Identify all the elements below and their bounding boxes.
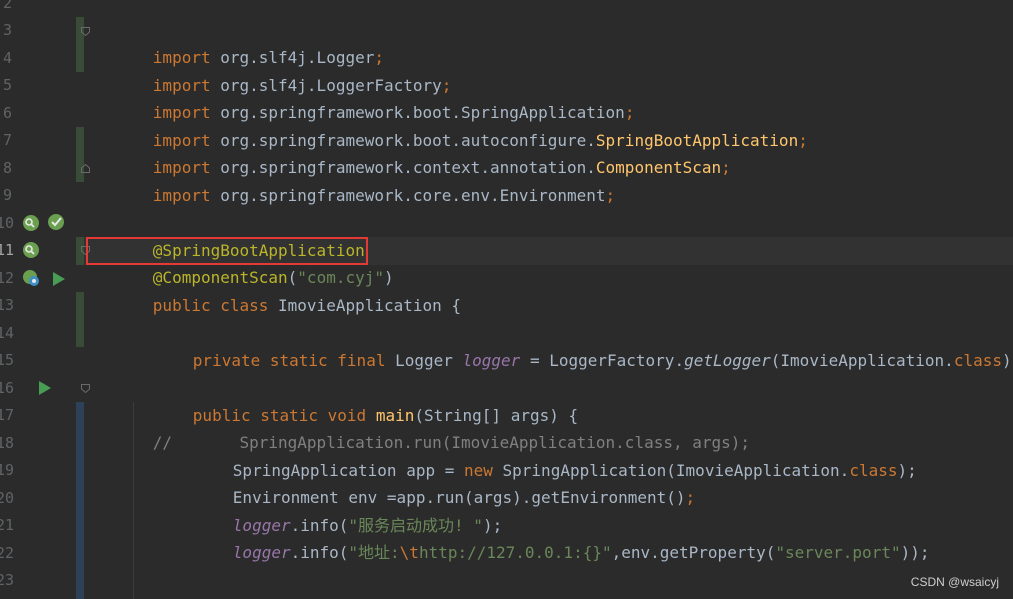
line-number: 15 <box>0 351 14 369</box>
code-text: (ImovieApplication. <box>770 351 954 370</box>
line-number: 22 <box>0 544 14 562</box>
line-number: 14 <box>0 324 14 342</box>
keyword: private static final <box>192 351 386 370</box>
code-line-19: Environment env =app.run(args).getEnviro… <box>175 457 695 507</box>
code-line-16: public static void main(String[] args) { <box>135 375 578 425</box>
line-number: 7 <box>2 131 12 149</box>
string-literal: "地址: <box>348 543 400 562</box>
line-number: 19 <box>0 461 14 479</box>
semicolon: ; <box>605 186 616 205</box>
spring-app-icon[interactable] <box>22 269 40 287</box>
fold-marker-icon[interactable] <box>81 384 90 393</box>
line-number: 18 <box>0 434 14 452</box>
code-line-18: SpringApplication app = new SpringApplic… <box>175 430 917 480</box>
line-number: 8 <box>2 159 12 177</box>
code-line-3: import org.slf4j.Logger; <box>95 17 384 67</box>
code-line-10: @SpringBootApplication <box>95 210 365 260</box>
line-number-gutter[interactable]: 2 3 4 5 6 7 8 9 10 11 12 13 14 15 16 17 … <box>0 0 14 599</box>
code-line-6: import org.springframework.boot.autoconf… <box>95 100 808 150</box>
keyword: public class <box>152 296 269 315</box>
code-line-4: import org.slf4j.LoggerFactory; <box>95 45 452 95</box>
code-text: ); <box>897 461 917 480</box>
fold-marker-icon[interactable] <box>81 164 90 173</box>
code-text: .info( <box>290 543 349 562</box>
vcs-change-marker[interactable] <box>76 292 84 347</box>
code-line-17: // SpringApplication.run(ImovieApplicati… <box>95 402 750 452</box>
line-number: 23 <box>0 571 14 589</box>
code-text: = LoggerFactory. <box>520 351 685 370</box>
class-name: ImovieApplication { <box>268 296 462 315</box>
line-number: 2 <box>2 0 12 12</box>
code-line-12: public class ImovieApplication { <box>95 265 461 315</box>
code-area[interactable]: import org.slf4j.Logger; import org.slf4… <box>95 0 1013 599</box>
keyword: class <box>953 351 1002 370</box>
vcs-change-marker[interactable] <box>76 17 84 72</box>
highlight-box <box>86 237 368 265</box>
line-number: 10 <box>0 214 14 232</box>
semicolon: ; <box>685 488 696 507</box>
run-icon[interactable] <box>50 270 68 288</box>
spring-bean-icon[interactable] <box>22 241 40 259</box>
code-line-5: import org.springframework.boot.SpringAp… <box>95 72 635 122</box>
line-number: 20 <box>0 489 14 507</box>
code-text: )); <box>900 543 930 562</box>
line-number: 6 <box>2 104 12 122</box>
type-name: Logger <box>385 351 463 370</box>
keyword: class <box>849 461 898 480</box>
line-number: 5 <box>2 76 12 94</box>
line-number: 13 <box>0 296 14 314</box>
gutter-icons <box>16 0 72 599</box>
watermark: CSDN @wsaicyj <box>910 575 999 589</box>
package-name: org.springframework.core.env.Environment <box>210 186 606 205</box>
vcs-change-marker[interactable] <box>76 127 84 182</box>
string-literal: http://127.0.0.1:{}" <box>418 543 612 562</box>
code-line-14: private static final Logger logger = Log… <box>135 320 1013 370</box>
run-icon[interactable] <box>36 379 54 397</box>
escape-sequence: \t <box>399 543 419 562</box>
spring-bean-icon[interactable] <box>22 214 40 232</box>
field-name: logger <box>232 543 291 562</box>
line-number: 4 <box>2 49 12 67</box>
line-number: 21 <box>0 516 14 534</box>
line-number: 17 <box>0 406 14 424</box>
line-number: 16 <box>0 379 14 397</box>
code-text: ); <box>1001 351 1013 370</box>
fold-marker-icon[interactable] <box>81 27 90 36</box>
code-line-7: import org.springframework.context.annot… <box>95 127 731 177</box>
code-text: ,env.getProperty( <box>611 543 776 562</box>
line-number: 3 <box>2 21 12 39</box>
semicolon: ; <box>721 158 731 177</box>
line-number: 12 <box>0 269 14 287</box>
static-method: getLogger <box>684 351 771 370</box>
semicolon: ; <box>798 131 808 150</box>
run-config-icon[interactable] <box>47 213 65 231</box>
code-line-21: logger.info("地址:\thttp://127.0.0.1:{}",e… <box>175 512 930 562</box>
line-number: 11 <box>0 241 14 259</box>
code-editor[interactable]: 2 3 4 5 6 7 8 9 10 11 12 13 14 15 16 17 … <box>0 0 1013 599</box>
vcs-change-marker[interactable] <box>76 402 84 599</box>
code-line-20: logger.info("服务启动成功! "); <box>175 485 502 535</box>
keyword: import <box>152 186 211 205</box>
field-name: logger <box>462 351 521 370</box>
string-literal: "server.port" <box>775 543 901 562</box>
line-number: 9 <box>2 186 12 204</box>
code-line-8: import org.springframework.core.env.Envi… <box>95 155 615 205</box>
